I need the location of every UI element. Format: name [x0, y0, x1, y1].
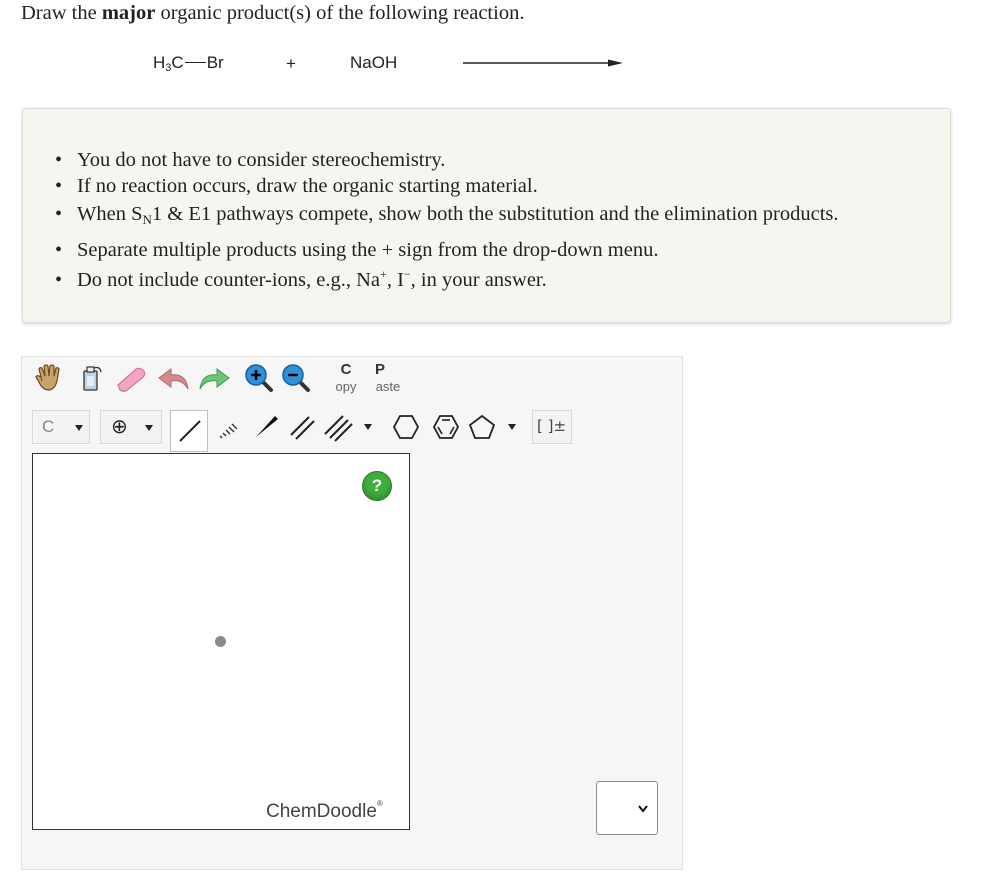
reaction-scheme: H3C Br + NaOH [0, 48, 700, 78]
instruction-text: , I [386, 269, 404, 291]
instruction-text: When S [77, 203, 143, 225]
instruction-text: 1 & E1 pathways compete, show both the s… [151, 203, 839, 225]
brand-text: ChemDoodle [266, 801, 377, 822]
charge-dropdown[interactable]: ⊕ [100, 410, 162, 444]
paste-label-bottom: aste [375, 379, 401, 394]
canvas-dot [215, 636, 226, 647]
zoom-in-icon[interactable] [241, 361, 277, 395]
instruction-text: You do not have to consider stereochemis… [77, 149, 446, 171]
reactant-methyl-bromide: H3C Br [153, 53, 224, 74]
instruction-item: When SN1 & E1 pathways compete, show bot… [55, 199, 839, 235]
chevron-down-icon [638, 805, 648, 813]
cyclohexane-icon[interactable] [388, 410, 424, 444]
bracket-charge-button[interactable]: [ ]± [532, 410, 572, 444]
atom-carbon-dropdown[interactable]: C [32, 410, 90, 444]
double-bond-icon[interactable] [284, 410, 320, 444]
eraser-icon[interactable] [114, 361, 150, 395]
redo-icon[interactable] [196, 361, 232, 395]
triple-bond-icon[interactable] [320, 410, 356, 444]
question-suffix: organic product(s) of the following reac… [160, 2, 525, 24]
ring-dropdown-chevron-icon[interactable] [508, 424, 516, 430]
copy-button[interactable]: C opy [328, 361, 364, 397]
question-text: Draw the major organic product(s) of the… [21, 2, 524, 25]
dashed-bond-icon[interactable] [211, 410, 247, 444]
reactant-c: C [171, 53, 184, 72]
charge-plus-icon: ⊕ [111, 414, 128, 438]
product-select-dropdown[interactable] [596, 781, 658, 835]
question-prefix: Draw the [21, 2, 97, 24]
instruction-text: If no reaction occurs, draw the organic … [77, 175, 538, 197]
reaction-plus: + [286, 54, 296, 73]
instruction-item: You do not have to consider stereochemis… [55, 147, 839, 173]
help-button[interactable]: ? [362, 471, 392, 501]
instruction-item: Do not include counter-ions, e.g., Na+, … [55, 265, 839, 295]
paste-label-top: P [374, 361, 385, 378]
instructions-panel: You do not have to consider stereochemis… [22, 108, 951, 323]
instruction-superscript: − [403, 267, 411, 281]
single-bond-button[interactable] [170, 410, 208, 452]
instruction-subscript: N [142, 212, 152, 227]
instruction-text: , in your answer. [410, 269, 547, 291]
carbon-label: C [42, 417, 55, 436]
question-emphasis: major [101, 2, 156, 24]
reagent: NaOH [350, 53, 398, 72]
reactant-h: H [153, 53, 166, 72]
instruction-item: If no reaction occurs, draw the organic … [55, 173, 839, 199]
cyclopentane-icon[interactable] [464, 410, 500, 444]
clear-canvas-icon[interactable] [73, 361, 109, 395]
paste-button[interactable]: P aste [369, 361, 407, 397]
copy-label-bottom: opy [335, 379, 357, 394]
chevron-down-icon [145, 425, 153, 431]
single-bond [184, 62, 206, 63]
chevron-down-icon [75, 425, 83, 431]
instruction-text: Separate multiple products using the + s… [77, 239, 659, 261]
chemdoodle-logo: ChemDoodle® [266, 799, 383, 823]
undo-icon[interactable] [156, 361, 192, 395]
bracket-icon: [ ]± [537, 417, 567, 435]
reaction-arrow-icon [463, 59, 623, 67]
benzene-icon[interactable] [428, 410, 464, 444]
wedge-bond-icon[interactable] [248, 410, 284, 444]
reactant-br: Br [206, 53, 224, 72]
bond-dropdown-chevron-icon[interactable] [364, 424, 372, 430]
instruction-text: Do not include counter-ions, e.g., Na [77, 269, 381, 291]
instruction-superscript: + [380, 267, 387, 281]
zoom-out-icon[interactable] [278, 361, 314, 395]
single-bond-icon [179, 420, 201, 442]
pan-hand-icon[interactable] [31, 361, 67, 395]
instruction-item: Separate multiple products using the + s… [55, 235, 839, 265]
copy-label-top: C [340, 361, 352, 378]
instructions-list: You do not have to consider stereochemis… [55, 147, 839, 295]
brand-mark: ® [376, 799, 383, 808]
